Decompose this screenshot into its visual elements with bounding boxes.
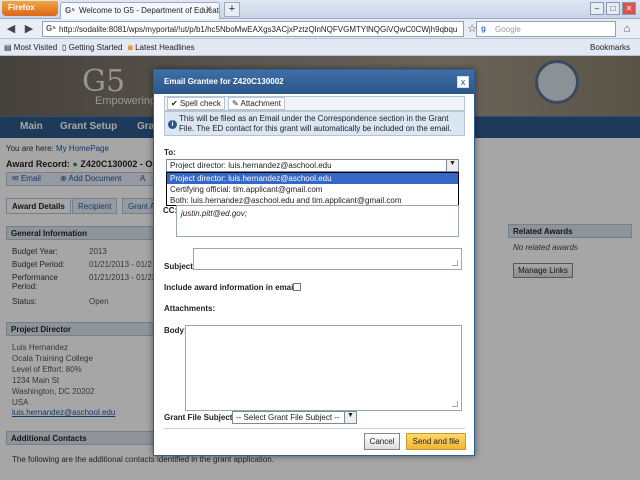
url-text: http://sodalite:8081/wps/myportal/!ut/p/… <box>59 25 458 34</box>
to-dropdown-list: Project director: luis.hernandez@aschool… <box>166 172 459 206</box>
paperclip-icon: ✎ <box>232 99 239 108</box>
search-input[interactable]: g Google <box>476 21 616 37</box>
to-option-project-director[interactable]: Project director: luis.hernandez@aschool… <box>167 173 458 184</box>
grant-file-subject-value: -- Select Grant File Subject -- <box>236 413 340 422</box>
bookmarks-menu[interactable]: Bookmarks <box>590 43 630 52</box>
bookmark-latest-headlines[interactable]: ◙ Latest Headlines <box>128 43 195 52</box>
search-placeholder: Google <box>495 25 521 34</box>
subject-field[interactable] <box>193 248 462 270</box>
body-field[interactable] <box>185 325 462 411</box>
browser-tab[interactable]: G⁵ Welcome to G5 - Department of Educati.… <box>60 2 220 19</box>
to-option-certifying-official[interactable]: Certifying official: tim.applicant@gmail… <box>167 184 458 195</box>
body-label: Body: <box>164 326 187 335</box>
maximize-icon[interactable]: □ <box>606 2 620 15</box>
dialog-divider <box>164 428 465 429</box>
google-icon: g <box>481 24 486 33</box>
include-award-label: Include award information in email: <box>164 283 299 292</box>
tab-close-icon[interactable]: ✕ <box>205 4 213 15</box>
info-text: This will be filed as an Email under the… <box>179 114 452 133</box>
forward-icon[interactable]: ▶ <box>22 22 36 36</box>
to-selected-value: Project director: luis.hernandez@aschool… <box>170 161 332 170</box>
info-icon: i <box>168 120 177 129</box>
rss-icon: ◙ <box>128 43 133 52</box>
firefox-menu-button[interactable]: Firefox <box>2 1 58 16</box>
back-icon[interactable]: ◀ <box>4 22 18 36</box>
grant-file-subject-select[interactable]: -- Select Grant File Subject -- ▼ <box>232 411 357 424</box>
url-bar[interactable]: G⁵ http://sodalite:8081/wps/myportal/!ut/… <box>42 21 464 37</box>
new-tab-button[interactable]: + <box>224 2 240 17</box>
chevron-down-icon: ▼ <box>446 160 458 171</box>
attachment-label: Attachment <box>240 99 281 108</box>
subject-label: Subject: <box>164 262 196 271</box>
spell-check-button[interactable]: ✔ Spell check <box>167 97 225 110</box>
cancel-button[interactable]: Cancel <box>364 433 400 450</box>
include-award-checkbox[interactable] <box>293 283 301 291</box>
to-select[interactable]: Project director: luis.hernandez@aschool… <box>166 159 459 172</box>
home-icon[interactable]: ⌂ <box>620 22 634 36</box>
window-close-icon[interactable]: ✕ <box>622 2 636 15</box>
bookmark-label: Getting Started <box>68 43 123 52</box>
spell-check-icon: ✔ <box>171 99 178 108</box>
info-banner: i This will be filed as an Email under th… <box>164 111 465 136</box>
cc-field[interactable]: justin.pitt@ed.gov; <box>176 205 459 237</box>
bookmark-label: Most Visited <box>13 43 58 52</box>
dialog-title: Email Grantee for Z420C130002 <box>154 70 474 94</box>
grant-file-subject-text: Grant File Subject: <box>164 413 236 422</box>
spell-check-label: Spell check <box>179 99 221 108</box>
site-favicon-icon: G⁵ <box>46 24 56 33</box>
to-label: To: <box>164 148 176 157</box>
grant-file-subject-label: Grant File Subject:* <box>164 413 238 422</box>
bookmark-most-visited[interactable]: ▤ Most Visited <box>4 43 57 52</box>
attachment-button[interactable]: ✎ Attachment <box>228 97 285 110</box>
dialog-close-icon[interactable]: x <box>457 76 469 88</box>
minimize-icon[interactable]: – <box>590 2 604 15</box>
tab-title: Welcome to G5 - Department of Educati... <box>79 6 220 15</box>
resize-handle-icon[interactable] <box>452 401 458 407</box>
resize-handle-icon[interactable] <box>452 260 458 266</box>
g5-favicon-icon: G⁵ <box>65 6 75 15</box>
bookmark-getting-started[interactable]: ▯ Getting Started <box>62 43 122 52</box>
bookmark-label: Latest Headlines <box>135 43 195 52</box>
send-and-file-button[interactable]: Send and file <box>406 433 466 450</box>
attachments-label: Attachments: <box>164 304 216 313</box>
chevron-down-icon: ▼ <box>344 412 356 423</box>
